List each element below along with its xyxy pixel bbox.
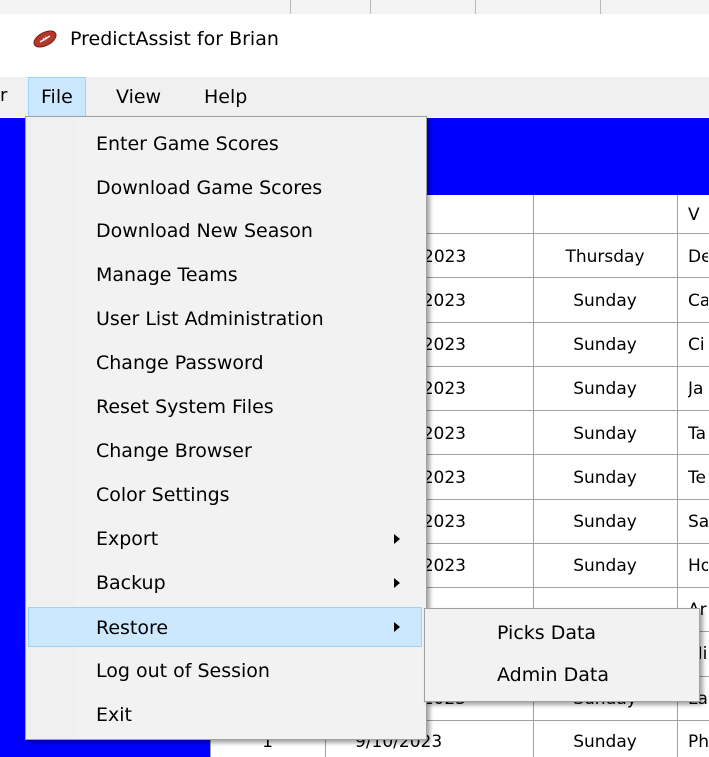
cell-visitor: Ho — [688, 556, 708, 576]
menu-item-manage-teams[interactable]: Manage Teams — [28, 255, 422, 295]
cell-date: 2023 — [423, 247, 467, 267]
cell-day: Sunday — [573, 379, 637, 399]
football-icon — [32, 30, 58, 48]
strip-divider — [600, 0, 601, 14]
menu-item-export[interactable]: Export — [28, 519, 422, 559]
cell-visitor: Ph — [688, 732, 708, 752]
cell-day: Sunday — [573, 468, 637, 488]
cell-day: Sunday — [573, 335, 637, 355]
cell-day: Sunday — [573, 424, 637, 444]
menu-item-change-browser[interactable]: Change Browser — [28, 431, 422, 471]
menu-item-restore[interactable]: Restore — [28, 607, 422, 647]
cell-day: Thursday — [565, 247, 645, 267]
menu-item-admin-data[interactable]: Admin Data — [425, 655, 697, 695]
strip-divider — [475, 0, 476, 14]
menu-item-color-settings[interactable]: Color Settings — [28, 475, 422, 515]
cell-visitor: De — [688, 247, 708, 267]
cell-visitor: Ca — [688, 291, 708, 311]
file-menu-dropdown: Enter Game Scores Download Game Scores D… — [25, 116, 427, 740]
submenu-arrow-icon — [394, 578, 400, 588]
menu-help[interactable]: Help — [192, 77, 259, 117]
menu-item-picks-data[interactable]: Picks Data — [425, 613, 697, 653]
cell-day: Sunday — [573, 556, 637, 576]
column-header-visitor: V — [688, 205, 700, 225]
cell-visitor: Ci — [688, 335, 705, 355]
restore-submenu: Picks Data Admin Data — [424, 608, 700, 702]
cell-day: Sunday — [573, 732, 637, 752]
strip-divider — [290, 0, 291, 14]
menu-item-download-game-scores[interactable]: Download Game Scores — [28, 168, 422, 208]
menu-bar: r File View Help — [0, 77, 709, 117]
menu-item-backup[interactable]: Backup — [28, 563, 422, 603]
menu-item-user-list-administration[interactable]: User List Administration — [28, 299, 422, 339]
menu-item-log-out[interactable]: Log out of Session — [28, 651, 422, 691]
strip-divider — [370, 0, 371, 14]
cell-day: Sunday — [573, 512, 637, 532]
partial-label: r — [0, 85, 8, 106]
submenu-arrow-icon — [394, 622, 400, 632]
menu-view[interactable]: View — [104, 77, 173, 117]
menu-item-download-new-season[interactable]: Download New Season — [28, 211, 422, 251]
cell-visitor: Te — [688, 468, 706, 488]
menu-item-exit[interactable]: Exit — [28, 695, 422, 735]
cell-visitor: Ta — [688, 424, 706, 444]
top-strip — [0, 0, 709, 15]
cell-day: Sunday — [573, 291, 637, 311]
menu-item-enter-game-scores[interactable]: Enter Game Scores — [28, 124, 422, 164]
window-title: PredictAssist for Brian — [70, 28, 279, 50]
cell-visitor: Sa — [688, 512, 708, 532]
menu-file[interactable]: File — [28, 77, 86, 116]
submenu-arrow-icon — [394, 534, 400, 544]
cell-visitor: Ja — [688, 379, 704, 399]
menu-item-reset-system-files[interactable]: Reset System Files — [28, 387, 422, 427]
menu-item-change-password[interactable]: Change Password — [28, 343, 422, 383]
